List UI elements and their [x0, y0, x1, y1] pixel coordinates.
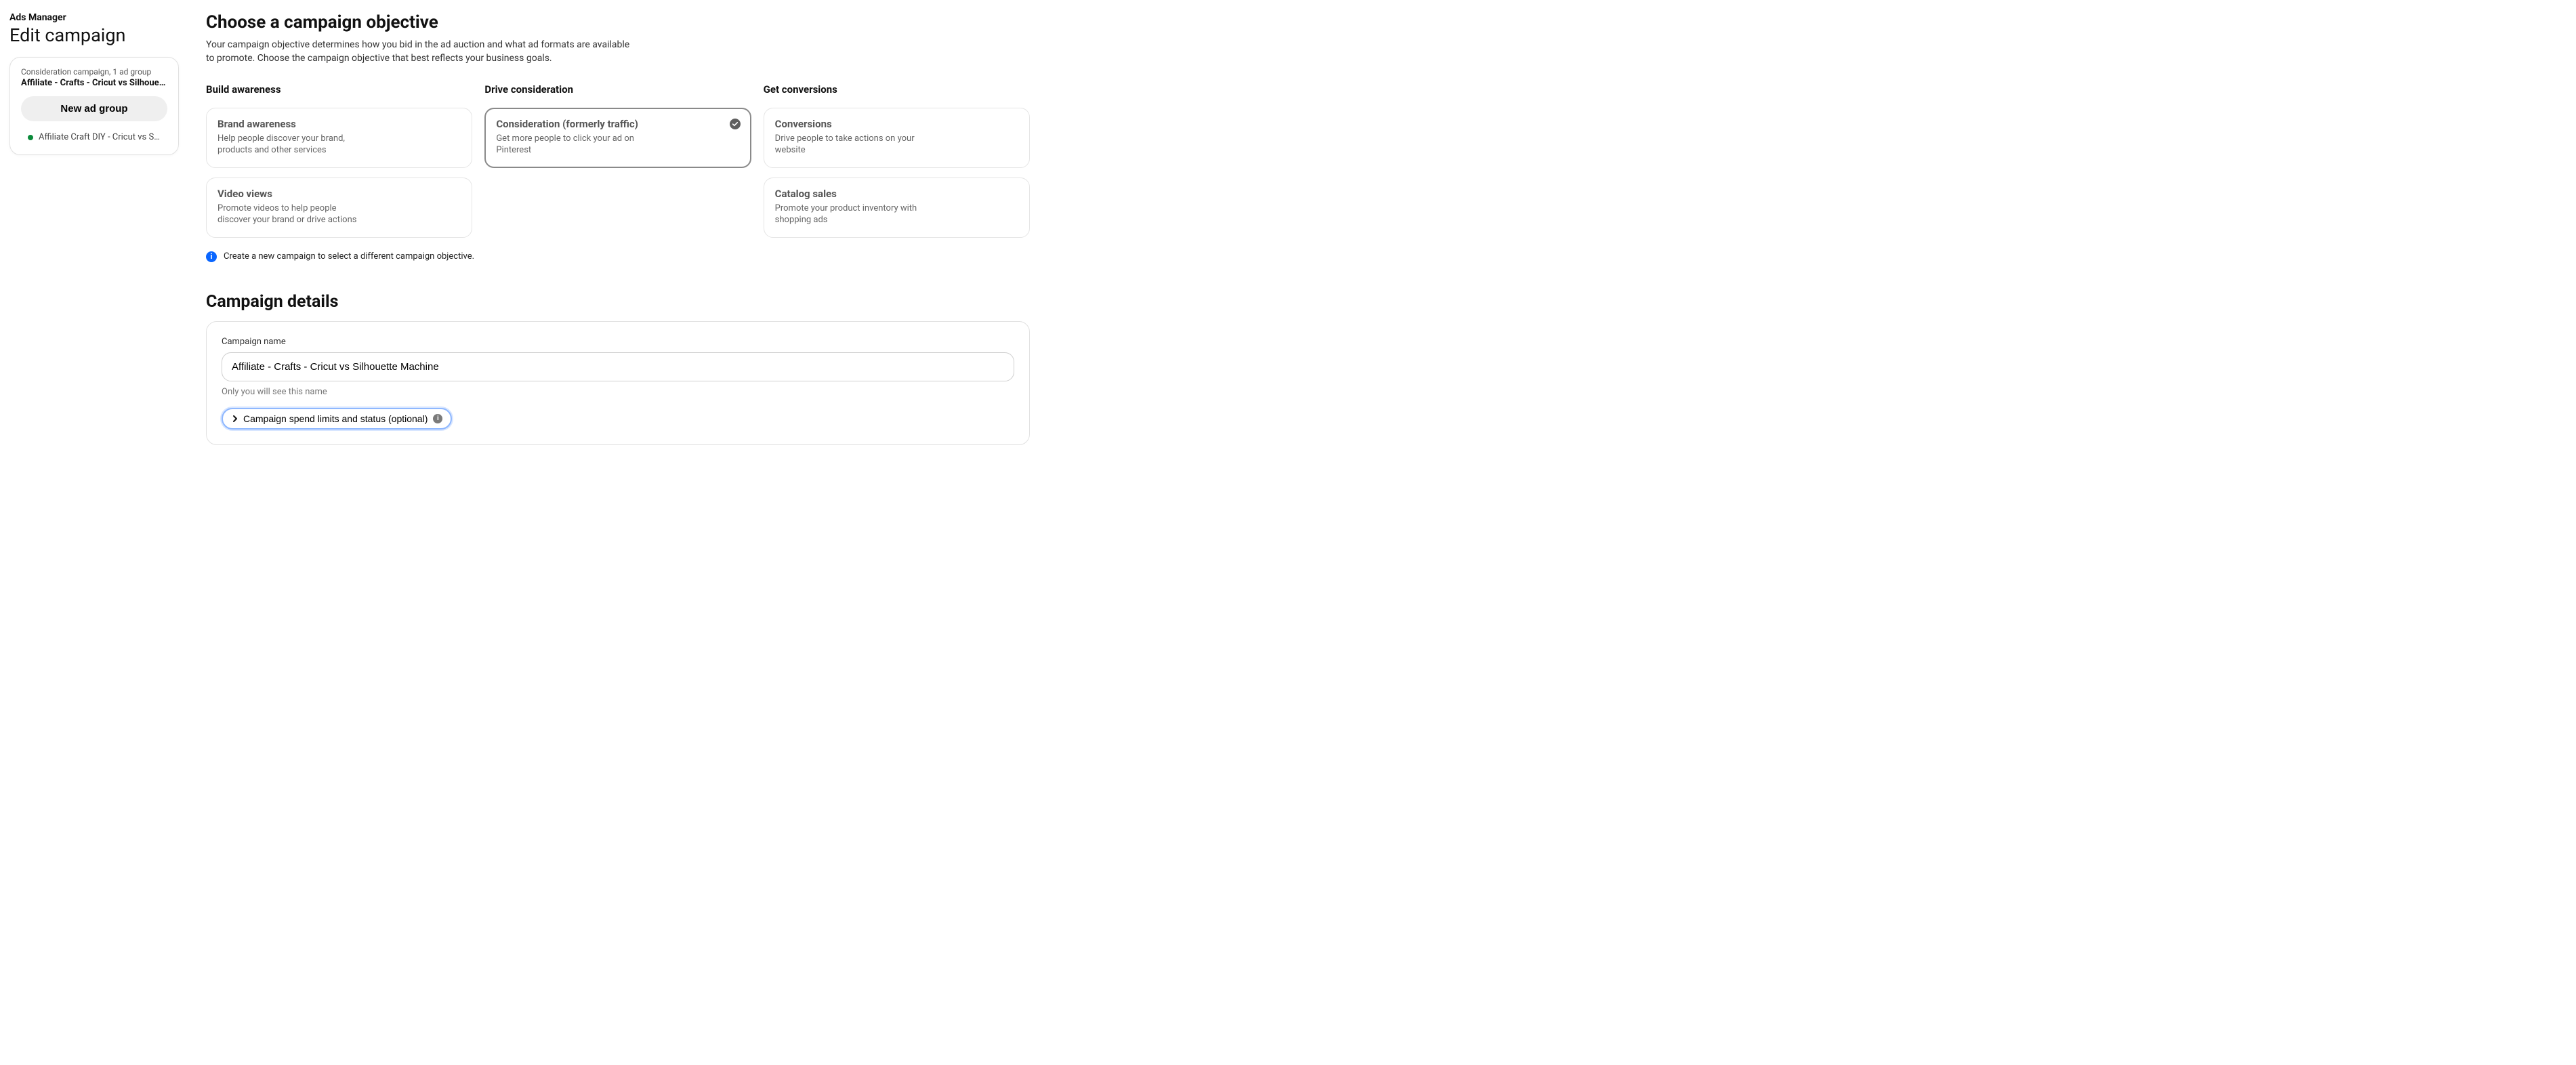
- objective-card-desc: Get more people to click your ad on Pint…: [496, 133, 645, 156]
- objective-heading: Choose a campaign objective: [206, 12, 1030, 33]
- campaign-name[interactable]: Affiliate - Crafts - Cricut vs Silhouet.…: [21, 78, 167, 88]
- objective-card-desc: Drive people to take actions on your web…: [775, 133, 924, 156]
- objective-column-consideration: Drive consideration Consideration (forme…: [484, 83, 751, 238]
- new-adgroup-button[interactable]: New ad group: [21, 96, 167, 121]
- campaign-name-input[interactable]: [222, 352, 1014, 381]
- objective-card-catalog-sales[interactable]: Catalog sales Promote your product inven…: [764, 178, 1030, 238]
- objective-card-conversions[interactable]: Conversions Drive people to take actions…: [764, 108, 1030, 168]
- info-row: i Create a new campaign to select a diff…: [206, 251, 1030, 262]
- column-label: Drive consideration: [484, 83, 751, 96]
- objective-card-video-views[interactable]: Video views Promote videos to help peopl…: [206, 178, 472, 238]
- objective-column-awareness: Build awareness Brand awareness Help peo…: [206, 83, 472, 238]
- objective-card-consideration[interactable]: Consideration (formerly traffic) Get mor…: [484, 108, 751, 168]
- info-icon: i: [206, 251, 217, 262]
- campaign-name-helper: Only you will see this name: [222, 387, 1014, 397]
- campaign-meta: Consideration campaign, 1 ad group: [21, 67, 167, 77]
- campaign-card: Consideration campaign, 1 ad group Affil…: [9, 57, 179, 155]
- objective-lead: Your campaign objective determines how y…: [206, 38, 640, 66]
- objective-card-title: Conversions: [775, 118, 1018, 130]
- objective-card-title: Brand awareness: [217, 118, 461, 130]
- objective-card-title: Catalog sales: [775, 188, 1018, 200]
- column-label: Build awareness: [206, 83, 472, 96]
- column-label: Get conversions: [764, 83, 1030, 96]
- objective-card-title: Consideration (formerly traffic): [496, 118, 739, 130]
- details-heading: Campaign details: [206, 292, 1030, 312]
- adgroup-name: Affiliate Craft DIY - Cricut vs Silh...: [39, 132, 161, 142]
- info-icon: i: [433, 414, 442, 423]
- objective-card-desc: Help people discover your brand, product…: [217, 133, 367, 156]
- campaign-name-label: Campaign name: [222, 337, 1014, 347]
- campaign-details-box: Campaign name Only you will see this nam…: [206, 321, 1030, 445]
- objective-card-brand-awareness[interactable]: Brand awareness Help people discover you…: [206, 108, 472, 168]
- status-dot-icon: [28, 135, 33, 140]
- objective-card-desc: Promote your product inventory with shop…: [775, 203, 924, 226]
- chevron-right-icon: [231, 415, 239, 423]
- adgroup-item[interactable]: Affiliate Craft DIY - Cricut vs Silh...: [21, 128, 167, 146]
- page-title: Edit campaign: [9, 24, 179, 46]
- accordion-label: Campaign spend limits and status (option…: [243, 413, 428, 424]
- objective-card-desc: Promote videos to help people discover y…: [217, 203, 367, 226]
- checkmark-icon: [730, 119, 741, 129]
- breadcrumb: Ads Manager: [9, 12, 179, 23]
- spend-limits-accordion[interactable]: Campaign spend limits and status (option…: [222, 408, 452, 430]
- info-text: Create a new campaign to select a differ…: [224, 251, 474, 262]
- objective-card-title: Video views: [217, 188, 461, 200]
- objective-column-conversions: Get conversions Conversions Drive people…: [764, 83, 1030, 238]
- objective-columns: Build awareness Brand awareness Help peo…: [206, 83, 1030, 238]
